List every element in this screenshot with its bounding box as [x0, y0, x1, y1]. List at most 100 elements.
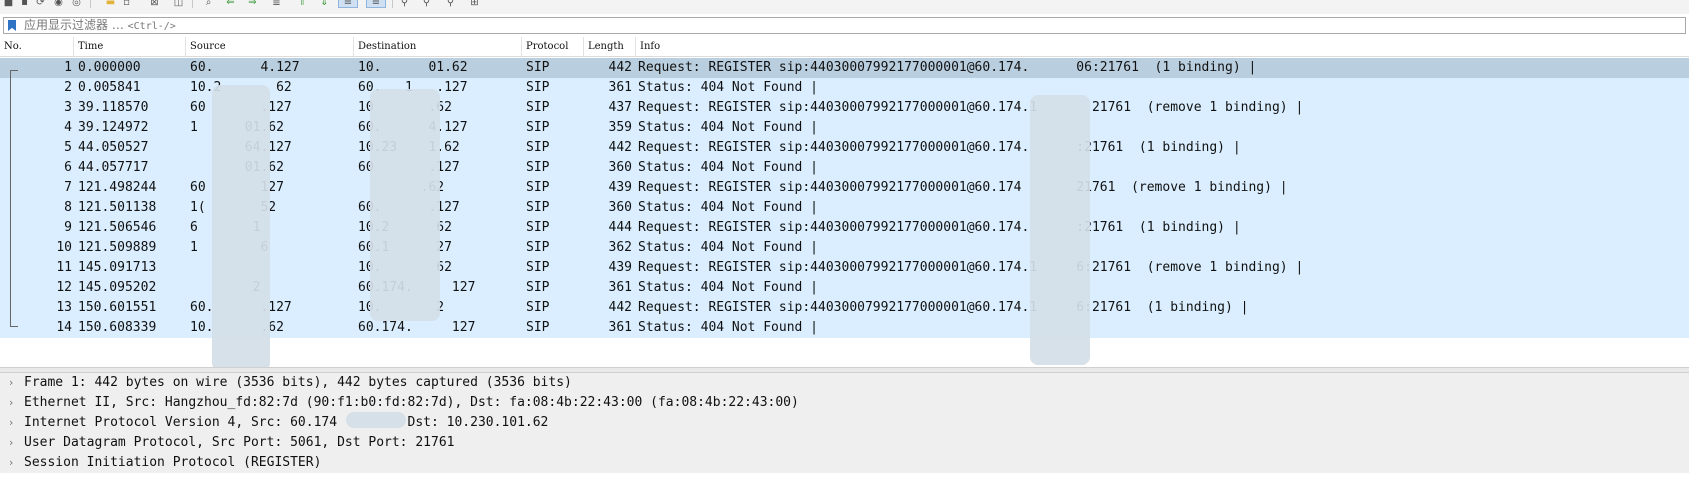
- stop-capture-icon[interactable]: ■: [2, 0, 15, 8]
- packet-time: 121.501138: [78, 200, 157, 215]
- detail-tree-label: Ethernet II, Src: Hangzhou_fd:82:7d (90:…: [24, 395, 799, 410]
- packet-number: 12: [56, 280, 72, 295]
- detail-tree-item[interactable]: › Internet Protocol Version 4, Src: 60.17…: [0, 413, 1689, 433]
- packet-info: Status: 404 Not Found |: [638, 280, 819, 295]
- packet-row[interactable]: 10 121.509889 1 6 60.1 27 SIP 362 Status: 404 …: [0, 238, 1689, 258]
- packet-protocol: SIP: [526, 320, 550, 335]
- packet-length: 361: [608, 80, 632, 95]
- packet-time: 39.124972: [78, 120, 149, 135]
- go-last-icon[interactable]: ≣: [270, 0, 283, 8]
- packet-time: 150.608339: [78, 320, 157, 335]
- packet-time: 44.050527: [78, 140, 149, 155]
- packet-source: 10.2 62: [190, 80, 292, 95]
- packet-destination: 60. 4.127: [358, 120, 468, 135]
- detail-tree-item[interactable]: › User Datagram Protocol, Src Port: 5061,…: [0, 433, 1689, 453]
- zoom-normal-icon[interactable]: ⚲: [444, 0, 457, 8]
- packet-number: 3: [64, 100, 72, 115]
- save-file-icon[interactable]: ▫: [120, 0, 133, 8]
- packet-source: 01.62: [190, 160, 284, 175]
- zoom-out-icon[interactable]: ⚲: [420, 0, 433, 8]
- packet-length: 442: [608, 300, 632, 315]
- colorize-icon[interactable]: ⇓: [318, 0, 331, 8]
- packet-row[interactable]: 13 150.601551 60. .127 10. 2 SIP 442 Request: …: [0, 298, 1689, 318]
- packet-time: 145.091713: [78, 260, 157, 275]
- packet-row[interactable]: 12 145.095202 2 60.174. 127 SIP 361 Status: 4…: [0, 278, 1689, 298]
- packet-time: 44.057717: [78, 160, 149, 175]
- packet-row[interactable]: 5 44.050527 64.127 10.23 1.62 SIP 442 Request…: [0, 138, 1689, 158]
- packet-source: 64.127: [190, 140, 292, 155]
- packet-source: 2: [190, 280, 261, 295]
- packet-row[interactable]: 6 44.057717 01.62 60 .127 SIP 360 Status: 404…: [0, 158, 1689, 178]
- packet-info: Status: 404 Not Found |: [638, 200, 819, 215]
- filter-shortcut-hint: <Ctrl-/>: [127, 21, 176, 32]
- packet-length: 362: [608, 240, 632, 255]
- packet-source: [190, 258, 355, 278]
- packet-row[interactable]: 9 121.506546 6 1 10.2 62 SIP 444 Request: REGI…: [0, 218, 1689, 238]
- packet-source: 10. .62: [190, 320, 284, 335]
- packet-row[interactable]: 8 121.501138 1( 52 60. .127 SIP 360 Status: 40…: [0, 198, 1689, 218]
- packet-number: 10: [56, 240, 72, 255]
- packet-info: Request: REGISTER sip:440300079921770000…: [638, 180, 1288, 195]
- expand-arrow-icon[interactable]: ›: [6, 453, 16, 473]
- packet-protocol: SIP: [526, 120, 550, 135]
- find-packet-icon[interactable]: ◫: [172, 0, 185, 8]
- expand-arrow-icon[interactable]: ›: [6, 433, 16, 453]
- wireshark-window: ■ ▪ ⟳ ◉ ◎ ▬ ▫ ⊠ ◫ ⌕ ⇐ ⇒ ≣ ⇑ ⇓ ≡ ≡ ⚲ ⚲ ⚲ …: [0, 0, 1689, 503]
- packet-info: Status: 404 Not Found |: [638, 240, 819, 255]
- expand-arrow-icon[interactable]: ›: [6, 413, 16, 433]
- resize-columns-icon[interactable]: ≡: [338, 0, 358, 8]
- packet-length: 360: [608, 200, 632, 215]
- packet-row[interactable]: 11 145.091713 10. 62 SIP 439 Request: REGISTE…: [0, 258, 1689, 278]
- packet-row[interactable]: 14 150.608339 10. .62 60.174. 127 SIP 361 Stat…: [0, 318, 1689, 338]
- packet-protocol: SIP: [526, 220, 550, 235]
- packet-details-tree[interactable]: › Frame 1: 442 bytes on wire (3536 bits),…: [0, 373, 1689, 503]
- resize-icon[interactable]: ⊞: [468, 0, 481, 8]
- restart-capture-icon[interactable]: ▪: [18, 0, 31, 8]
- reload-icon[interactable]: ◉: [52, 0, 65, 8]
- packet-source: 60. 4.127: [190, 60, 300, 75]
- detail-tree-item[interactable]: › Frame 1: 442 bytes on wire (3536 bits),…: [0, 373, 1689, 393]
- packet-length: 437: [608, 100, 632, 115]
- column-info[interactable]: Info: [636, 37, 1689, 56]
- packet-row[interactable]: 3 39.118570 60 .127 10 .62 SIP 437 Request: RE…: [0, 98, 1689, 118]
- packet-list[interactable]: No. Time Source Destination Protocol Len…: [0, 37, 1689, 368]
- column-time[interactable]: Time: [74, 37, 186, 56]
- packet-protocol: SIP: [526, 260, 550, 275]
- column-no[interactable]: No.: [0, 37, 74, 56]
- go-back-icon[interactable]: ◎: [70, 0, 83, 8]
- packet-protocol: SIP: [526, 60, 550, 75]
- go-forward-icon[interactable]: ⇐: [224, 0, 237, 8]
- list-view-icon[interactable]: ≡: [366, 0, 386, 8]
- column-source[interactable]: Source: [186, 37, 354, 56]
- packet-protocol: SIP: [526, 80, 550, 95]
- packet-row[interactable]: 1 0.000000 60. 4.127 10. 01.62 SIP 442 Request…: [0, 58, 1689, 78]
- packet-destination: 10.2 62: [358, 220, 452, 235]
- display-filter-bar: 应用显示过滤器 … <Ctrl-/>: [0, 14, 1689, 36]
- open-file-icon[interactable]: ▬: [104, 0, 117, 8]
- autoscroll-icon[interactable]: ⇑: [296, 0, 309, 8]
- go-to-packet-icon[interactable]: ⌕: [202, 0, 215, 8]
- capture-options-icon[interactable]: ⟳: [34, 0, 47, 8]
- column-protocol[interactable]: Protocol: [522, 37, 584, 56]
- packet-length: 439: [608, 260, 632, 275]
- packet-row[interactable]: 4 39.124972 1 01.62 60. 4.127 SIP 359 Status: …: [0, 118, 1689, 138]
- expand-arrow-icon[interactable]: ›: [6, 373, 16, 393]
- zoom-in-icon[interactable]: ⚲: [398, 0, 411, 8]
- packet-source: 60 127: [190, 180, 284, 195]
- packet-length: 360: [608, 160, 632, 175]
- go-first-icon[interactable]: ⇒: [246, 0, 259, 8]
- display-filter-input[interactable]: 应用显示过滤器 … <Ctrl-/>: [3, 17, 1686, 34]
- packet-list-header: No. Time Source Destination Protocol Len…: [0, 37, 1689, 57]
- packet-row[interactable]: 2 0.005841 10.2 62 60. 1 .127 SIP 361 Status: …: [0, 78, 1689, 98]
- packet-info: Request: REGISTER sip:440300079921770000…: [638, 260, 1304, 275]
- close-file-icon[interactable]: ⊠: [148, 0, 161, 8]
- detail-tree-item[interactable]: › Ethernet II, Src: Hangzhou_fd:82:7d (90…: [0, 393, 1689, 413]
- column-destination[interactable]: Destination: [354, 37, 522, 56]
- packet-row[interactable]: 7 121.498244 60 127 .62 SIP 439 Request: REGI…: [0, 178, 1689, 198]
- detail-tree-item[interactable]: › Session Initiation Protocol (REGISTER): [0, 453, 1689, 473]
- packet-length: 444: [608, 220, 632, 235]
- expand-arrow-icon[interactable]: ›: [6, 393, 16, 413]
- packet-info: Request: REGISTER sip:440300079921770000…: [638, 100, 1304, 115]
- bookmark-icon[interactable]: [8, 20, 16, 31]
- column-length[interactable]: Length: [584, 37, 636, 56]
